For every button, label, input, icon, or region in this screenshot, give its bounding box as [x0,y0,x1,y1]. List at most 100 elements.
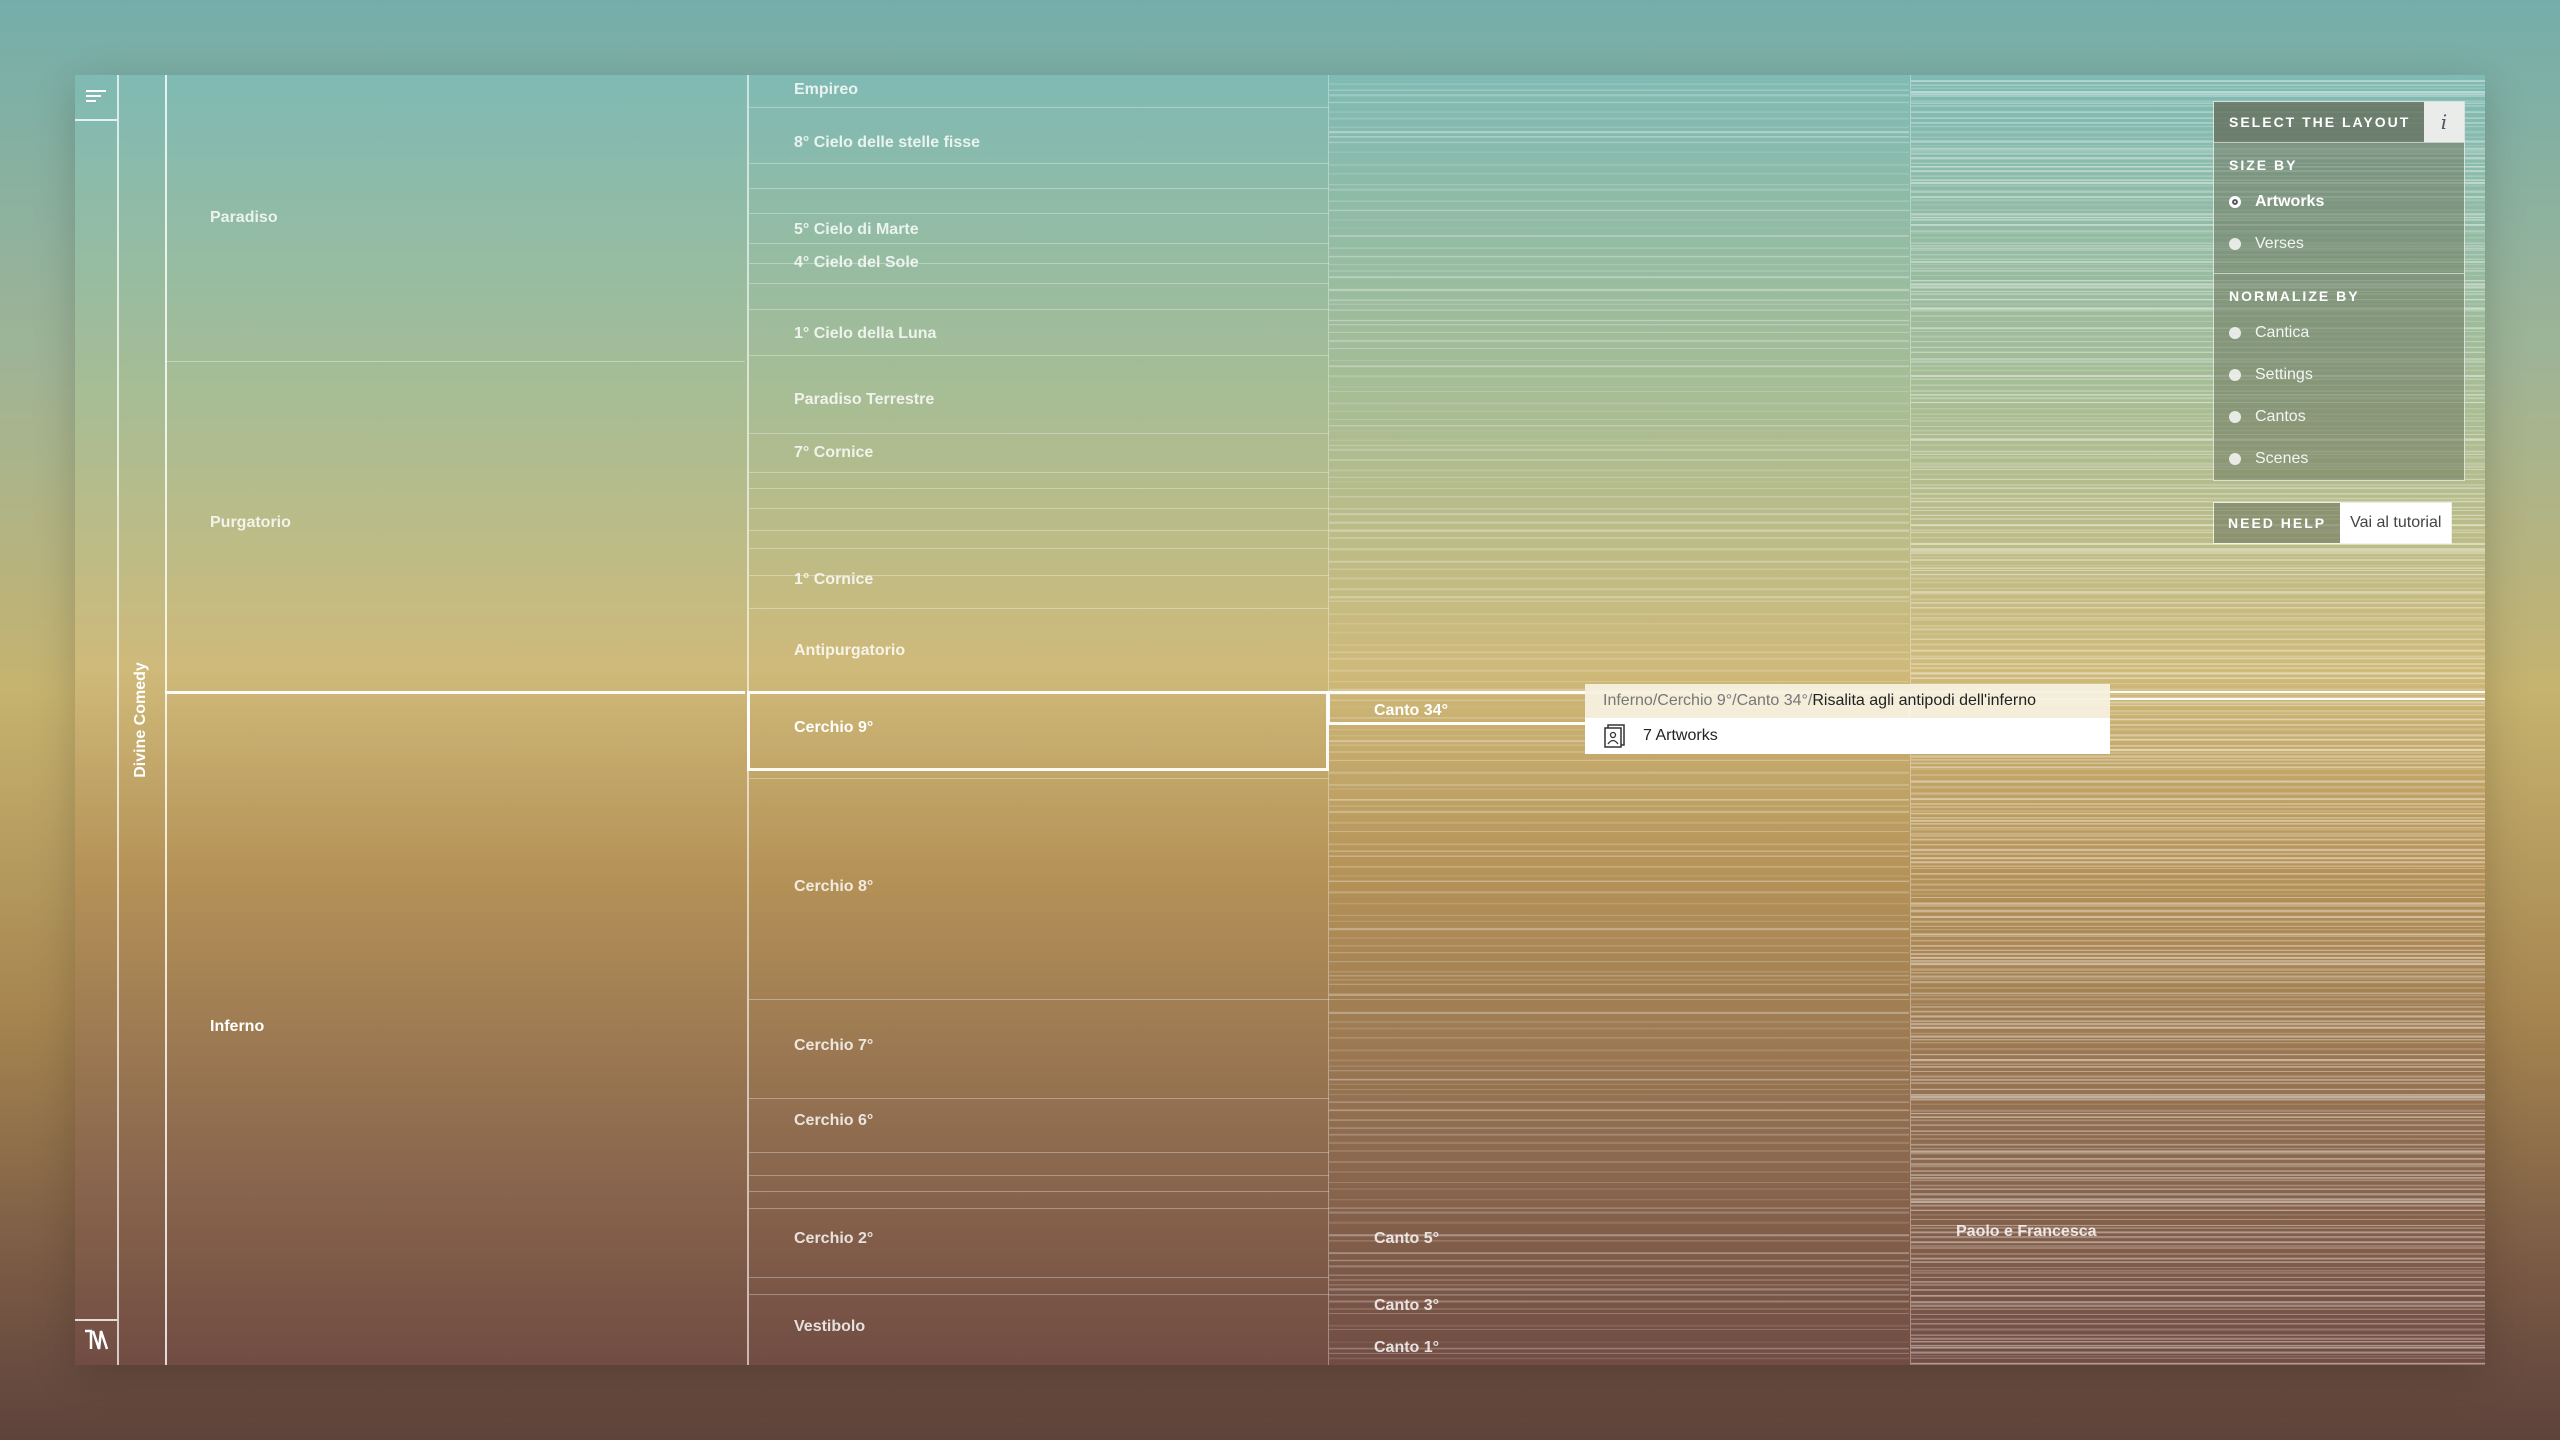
stripe-line[interactable] [1911,570,2485,571]
stripe-line[interactable] [1329,481,1909,483]
stripe-line[interactable] [1329,978,1909,981]
stripe-line[interactable] [1911,1281,2485,1283]
stripe-line[interactable] [1911,591,2485,594]
stripe-line[interactable] [1911,873,2485,875]
stripe-line[interactable] [1329,1011,1909,1014]
stripe-line[interactable] [1911,1344,2485,1347]
stripe-line[interactable] [1911,497,2485,500]
stripe-line[interactable] [1911,1042,2485,1044]
stripe-line[interactable] [1329,952,1909,954]
logo-icon[interactable] [81,1325,111,1355]
stripe-line[interactable] [1911,1204,2485,1207]
stripe-line[interactable] [1911,1179,2485,1182]
stripe-line[interactable] [1911,1301,2485,1304]
stripe-line[interactable] [1911,1119,2485,1122]
stripe-line[interactable] [1911,1035,2485,1038]
stripe-line[interactable] [1329,173,1909,175]
stripe-line[interactable] [1911,1351,2485,1354]
stripe-line[interactable] [1911,774,2485,776]
stripe-line[interactable] [1329,866,1909,868]
stripe-line[interactable] [1911,1020,2485,1022]
stripe-line[interactable] [1329,1328,1909,1330]
stripe-line[interactable] [1911,1304,2485,1307]
stripe-line[interactable] [1329,164,1909,166]
stripe-line[interactable] [1329,631,1909,634]
stripe-line[interactable] [1329,269,1909,272]
stripe-line[interactable] [1329,1065,1909,1067]
stripe-line[interactable] [1911,911,2485,913]
stripe-line[interactable] [1911,1362,2485,1365]
stripe-line[interactable] [1911,95,2485,97]
stripe-line[interactable] [1911,1094,2485,1096]
stripe-line[interactable] [1911,633,2485,635]
stripe-line[interactable] [1329,391,1909,392]
stripe-line[interactable] [1329,419,1909,420]
stripe-line[interactable] [1329,1020,1909,1024]
stripe-line[interactable] [1329,444,1909,447]
stripe-line[interactable] [1329,1221,1909,1224]
stripe-line[interactable] [1911,949,2485,951]
stripe-line[interactable] [1329,235,1909,237]
stripe-line[interactable] [1911,567,2485,569]
stripe-line[interactable] [1911,915,2485,919]
stripe-line[interactable] [1329,1059,1909,1062]
stripe-line[interactable] [1911,962,2485,966]
stripe-line[interactable] [1911,1158,2485,1160]
stripe-line[interactable] [1911,1283,2485,1286]
stripe-line[interactable] [1911,638,2485,640]
stripe-line[interactable] [1911,1266,2485,1269]
stripe-line[interactable] [1329,657,1909,660]
stripe-line[interactable] [1911,968,2485,971]
normalize-by-cantica[interactable]: Cantica [2214,312,2464,354]
stripe-line[interactable] [1911,1276,2485,1278]
stripe-line[interactable] [1911,548,2485,551]
stripe-line[interactable] [1911,1170,2485,1172]
stripe-line[interactable] [1911,835,2485,837]
stripe-line[interactable] [1329,600,1909,602]
stripe-line[interactable] [1329,945,1909,947]
canto-label[interactable]: Canto 3° [1374,1297,1439,1315]
stripe-line[interactable] [1911,628,2485,631]
stripe-line[interactable] [1911,1048,2485,1051]
setting-label[interactable]: Vestibolo [794,1318,865,1336]
stripe-line[interactable] [1329,188,1909,191]
stripe-line[interactable] [1329,577,1909,580]
canto-label[interactable]: Canto 1° [1374,1339,1439,1357]
stripe-line[interactable] [1911,956,2485,959]
stripe-line[interactable] [1911,587,2485,590]
stripe-line[interactable] [1911,1096,2485,1099]
stripe-line[interactable] [1329,891,1909,894]
stripe-line[interactable] [1911,810,2485,812]
stripe-line[interactable] [1911,819,2485,822]
stripe-line[interactable] [1911,556,2485,558]
stripe-line[interactable] [1911,1337,2485,1340]
setting-label[interactable]: Antipurgatorio [794,642,905,660]
stripe-line[interactable] [1329,999,1909,1000]
stripe-line[interactable] [1911,1218,2485,1220]
stripe-line[interactable] [1329,1252,1909,1255]
stripe-line[interactable] [1329,843,1909,846]
radio-icon[interactable] [2229,411,2241,423]
stripe-line[interactable] [1911,1147,2485,1149]
stripe-line[interactable] [1329,183,1909,186]
stripe-line[interactable] [1911,823,2485,825]
stripe-line[interactable] [1329,459,1909,461]
stripe-line[interactable] [1911,1059,2485,1062]
stripe-line[interactable] [1911,992,2485,995]
setting-label[interactable]: Cerchio 6° [794,1112,873,1130]
stripe-line[interactable] [1911,87,2485,89]
stripe-line[interactable] [1911,1003,2485,1005]
stripe-line[interactable] [1329,1161,1909,1163]
normalize-by-cantos[interactable]: Cantos [2214,396,2464,438]
stripe-line[interactable] [1911,939,2485,942]
setting-label[interactable]: Paradiso Terrestre [794,391,934,409]
stripe-line[interactable] [1911,553,2485,555]
radio-icon[interactable] [2229,238,2241,250]
stripe-line[interactable] [1911,1257,2485,1260]
stripe-line[interactable] [1911,1152,2485,1155]
stripe-line[interactable] [1329,771,1909,774]
stripe-line[interactable] [1329,365,1909,368]
stripe-line[interactable] [1911,1295,2485,1297]
stripe-line[interactable] [1911,581,2485,584]
stripe-line[interactable] [1329,348,1909,349]
